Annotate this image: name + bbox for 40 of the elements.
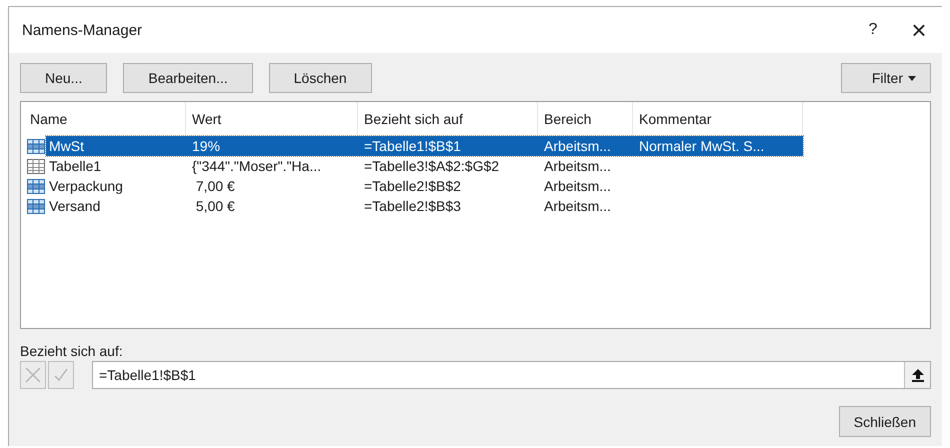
name-grid-icon [27,138,45,154]
table-cell-text: 19% [191,138,222,154]
caret-icon [908,76,916,80]
table-cell-text: Arbeitsm... [543,158,612,174]
name-grid-icon [27,178,45,194]
table-cell-text: =Tabelle2!$B$3 [363,198,462,214]
name-grid-icon [27,198,45,214]
window-title: Namens-Manager [22,22,142,38]
close-dialog-button[interactable]: Schließen [838,406,931,437]
table-cell-text: =Tabelle2!$B$2 [363,178,462,194]
table-cell-text: 5,00 € [194,198,236,214]
table-cell-text: MwSt [48,138,85,154]
collapse-button[interactable] [904,362,930,388]
refers-to-label: Bezieht sich auf: [20,343,124,359]
names-row[interactable]: Versand 5,00 € =Tabelle2!$B$3 Arbeitsm... [46,196,803,216]
names-row[interactable]: Verpackung 7,00 € =Tabelle2!$B$2 Arbeitsm... [46,176,803,196]
filter-button[interactable]: Filter [840,63,931,93]
table-icon [27,158,45,174]
table-cell-text: Arbeitsm... [543,198,612,214]
table-cell-text: Arbeitsm... [543,178,612,194]
table-cell-text: Versand [48,198,102,214]
toolbar-button[interactable]: Neu... [20,63,108,93]
names-row[interactable]: Tabelle1 {"344"."Moser"."Ha... =Tabelle3!$A$2:$G$2 Arbeitsm... [46,156,803,176]
close-button[interactable]: × [896,10,942,50]
table-cell-text: Verpackung [48,178,124,194]
table-cell-text: =Tabelle1!$B$1 [363,138,462,154]
table-cell-text: 7,00 € [194,178,236,194]
help-button[interactable]: ? [850,10,896,50]
table-cell-text: Normaler MwSt. S... [638,138,766,154]
table-cell-text: Arbeitsm... [543,138,612,154]
cross-icon [24,366,42,384]
check-icon [52,366,70,384]
toolbar-button[interactable]: Löschen [268,63,372,93]
refers-to-field[interactable]: =Tabelle1!$B$1 [92,361,931,389]
table-cell-text: {"344"."Moser"."Ha... [191,158,322,174]
up-arrow-icon [912,368,924,382]
names-row[interactable]: MwSt 19% =Tabelle1!$B$1 Arbeitsm... Normaler MwSt. S... [46,136,803,156]
table-cell-text: Tabelle1 [48,158,102,174]
table-cell-text: =Tabelle3!$A$2:$G$2 [363,158,500,174]
toolbar-button[interactable]: Bearbeiten... [123,63,253,93]
